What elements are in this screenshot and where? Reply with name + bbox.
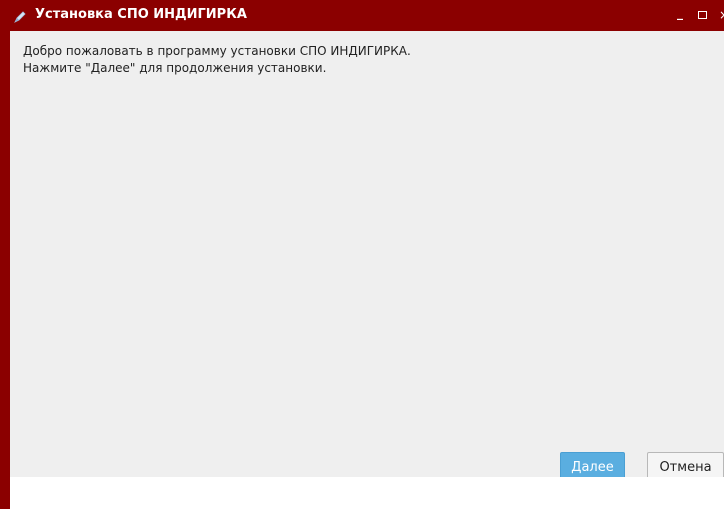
installer-icon xyxy=(13,9,27,23)
window-controls: _ × xyxy=(664,0,724,31)
welcome-text: Добро пожаловать в программу установки С… xyxy=(23,43,411,77)
welcome-line-1: Добро пожаловать в программу установки С… xyxy=(23,44,411,58)
maximize-button[interactable] xyxy=(698,11,707,19)
content-area: Добро пожаловать в программу установки С… xyxy=(10,31,724,484)
minimize-button[interactable]: _ xyxy=(677,6,683,20)
bottom-strip xyxy=(10,477,724,509)
window-left-border xyxy=(0,31,10,509)
close-button[interactable]: × xyxy=(719,8,724,22)
window-title: Установка СПО ИНДИГИРКА xyxy=(35,7,247,22)
welcome-line-2: Нажмите "Далее" для продолжения установк… xyxy=(23,61,327,75)
title-bar[interactable]: Установка СПО ИНДИГИРКА _ × xyxy=(0,0,724,31)
installer-window: Установка СПО ИНДИГИРКА _ × Добро пожало… xyxy=(0,0,724,509)
